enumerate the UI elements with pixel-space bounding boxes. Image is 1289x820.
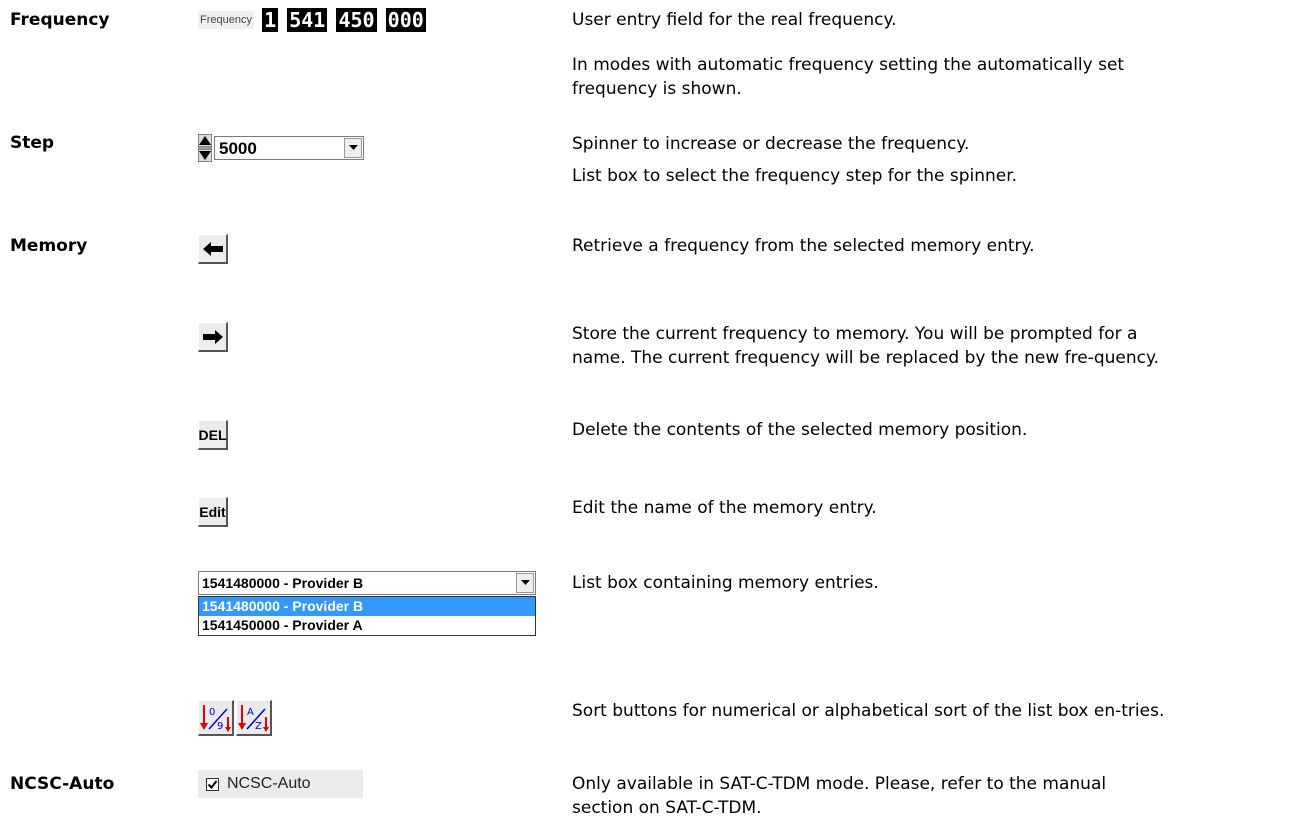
svg-text:A: A (247, 707, 254, 718)
sort-alphabetic-icon: A Z (238, 705, 269, 732)
sort-numeric-icon: 0 9 (200, 705, 231, 732)
ncsc-desc: Only available in SAT-C-TDM mode. Please… (572, 774, 1107, 818)
retrieve-desc: Retrieve a frequency from the selected m… (572, 236, 1035, 256)
checkmark-icon (207, 779, 218, 789)
frequency-display[interactable]: Frequency 1 541 450 000 (198, 8, 430, 32)
frequency-digit-group[interactable]: 000 (385, 8, 427, 32)
frequency-digit-group[interactable]: 450 (336, 8, 377, 32)
step-control: 5000 (198, 134, 368, 164)
sort-desc: Sort buttons for numerical or alphabetic… (572, 701, 1165, 721)
frequency-widget-label: Frequency (198, 11, 254, 29)
frequency-digit: 541 (287, 8, 328, 32)
sort-numeric-button[interactable]: 0 9 (198, 700, 234, 736)
chevron-down-icon (348, 145, 358, 150)
svg-text:Z: Z (255, 721, 262, 732)
delete-desc: Delete the contents of the selected memo… (572, 420, 1028, 440)
edit-button-label: Edit (199, 503, 226, 520)
frequency-digit: 000 (385, 8, 426, 32)
memory-select[interactable]: 1541480000 - Provider B (198, 571, 536, 595)
ncsc-auto-checkbox[interactable]: NCSC-Auto (198, 770, 363, 798)
memory-option[interactable]: 1541450000 - Provider A (199, 616, 535, 635)
term-step: Step (10, 133, 55, 153)
spinner-icon[interactable] (198, 134, 212, 162)
step-value: 5000 (219, 139, 257, 158)
memory-list-desc: List box containing memory entries. (572, 573, 879, 593)
store-memory-button[interactable] (198, 322, 228, 352)
memory-options-list: 1541480000 - Provider B 1541450000 - Pro… (198, 596, 536, 636)
frequency-desc-1: User entry field for the real frequency. (572, 10, 897, 30)
memory-option[interactable]: 1541480000 - Provider B (199, 597, 535, 616)
frequency-digit: 1 (262, 8, 279, 32)
term-ncsc-auto: NCSC-Auto (10, 774, 115, 794)
chevron-down-icon (520, 580, 530, 585)
term-memory: Memory (10, 236, 88, 256)
step-select[interactable]: 5000 (214, 136, 364, 160)
edit-memory-button[interactable]: Edit (198, 497, 228, 527)
frequency-digit-group[interactable]: 541 (287, 8, 328, 32)
checkbox-icon[interactable] (206, 777, 219, 791)
memory-select-value: 1541480000 - Provider B (202, 575, 364, 591)
ncsc-auto-label: NCSC-Auto (227, 775, 311, 792)
delete-memory-button[interactable]: DEL (198, 420, 228, 450)
retrieve-memory-button[interactable] (198, 234, 228, 264)
svg-text:0: 0 (209, 707, 215, 718)
store-desc: Store the current frequency to memory. Y… (572, 324, 1160, 368)
frequency-digit: 450 (336, 8, 377, 32)
step-dropdown-button[interactable] (344, 138, 362, 158)
frequency-digit-group[interactable]: 1 (262, 8, 279, 32)
frequency-desc-2: In modes with automatic frequency settin… (572, 55, 1125, 99)
arrow-right-icon (202, 329, 223, 344)
svg-text:9: 9 (217, 721, 223, 732)
sort-alphabetic-button[interactable]: A Z (236, 700, 272, 736)
step-desc-2: List box to select the frequency step fo… (572, 166, 1018, 186)
arrow-left-icon (202, 241, 223, 256)
memory-dropdown-button[interactable] (516, 573, 534, 593)
term-frequency: Frequency (10, 10, 110, 30)
step-desc-1: Spinner to increase or decrease the freq… (572, 134, 970, 154)
delete-button-label: DEL (198, 426, 227, 443)
edit-desc: Edit the name of the memory entry. (572, 498, 877, 518)
